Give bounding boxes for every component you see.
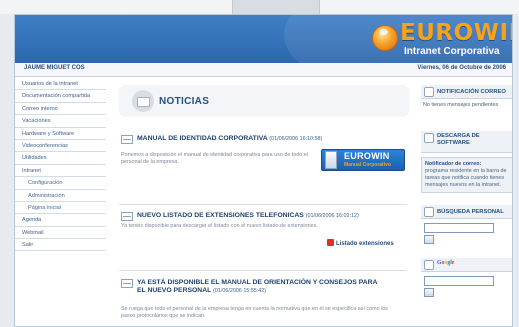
google-icon <box>424 260 434 270</box>
link-label[interactable]: Listado extensiones <box>336 241 394 247</box>
mail-notification-title: NOTIFICACIÓN CORREO <box>437 89 506 95</box>
listado-extensiones-link[interactable]: Listado extensiones <box>327 239 394 247</box>
download-title: DESCARGA DE SOFTWARE <box>437 133 480 146</box>
pdf-icon <box>327 239 334 246</box>
news-header: NOTICIAS <box>119 85 409 117</box>
news-body: Se ruega que todo el personal de la empr… <box>121 306 389 320</box>
news-item-icon <box>121 212 133 221</box>
news-date: (01/06/2006 16:10:58) <box>269 136 323 142</box>
user-bar: JAUME MIGUET COS Viernes, 06 de Octubre … <box>15 63 512 77</box>
eurowin-logo-icon <box>372 25 398 51</box>
news-date: (01/06/2006 15:55:42) <box>213 288 267 295</box>
sidebar-item-videoconferencias[interactable]: Videoconferencias <box>15 139 106 153</box>
news-body: Ponemos a disposición el manual de ident… <box>121 152 308 166</box>
sidebar-item-vacaciones[interactable]: Vacaciones <box>15 115 106 128</box>
page-title: NOTICIAS <box>159 96 210 107</box>
manual-corporativo-button[interactable]: EUROWIN Manual Corporativo <box>321 149 405 171</box>
sidebar-item-pagina-inicial[interactable]: Página inicial <box>15 201 106 215</box>
mail-icon <box>424 87 434 97</box>
search-icon <box>424 207 434 217</box>
sidebar-item-agenda[interactable]: Agenda <box>15 214 106 227</box>
notifier-title[interactable]: Notificador de correo: <box>425 161 481 167</box>
mail-notification-header: NOTIFICACIÓN CORREO <box>421 85 512 99</box>
sidebar-item-correo[interactable]: Correo interno <box>15 102 106 116</box>
right-column: NOTIFICACIÓN CORREO No tienes mensajes p… <box>421 85 512 326</box>
news-body: Ya tenéis disponible para descargar el l… <box>121 223 318 229</box>
sidebar-item-hardware[interactable]: Hardware y Software <box>15 127 106 140</box>
user-name: JAUME MIGUET COS <box>24 65 85 71</box>
top-strip <box>0 0 519 14</box>
divider <box>119 204 407 205</box>
header: EUROWIN Intranet Corporativa <box>15 15 512 95</box>
news-title[interactable]: NUEVO LISTADO DE EXTENSIONES TELEFONICAS… <box>137 212 407 220</box>
download-icon <box>424 133 434 143</box>
sidebar-item-administracion[interactable]: Administración <box>15 189 106 202</box>
news-item-icon <box>121 279 133 288</box>
book-icon <box>325 151 337 169</box>
notifier-text: programa residente en la barra de tareas… <box>425 168 507 188</box>
news-title-text[interactable]: MANUAL DE IDENTIDAD CORPORATIVA <box>137 135 267 142</box>
news-date: (01/06/2006 16:02:12) <box>305 213 359 219</box>
google-search-input[interactable] <box>424 276 494 286</box>
sidebar-item-utilidades[interactable]: Utilidades <box>15 152 106 165</box>
divider <box>119 270 407 271</box>
badge-title: EUROWIN <box>344 151 390 161</box>
sidebar-item-salir[interactable]: Salir <box>15 239 106 252</box>
news-title[interactable]: YA ESTÁ DISPONIBLE EL MANUAL DE ORIENTAC… <box>137 279 387 296</box>
news-title[interactable]: MANUAL DE IDENTIDAD CORPORATIVA (01/06/2… <box>137 135 407 143</box>
intranet-page: EUROWIN Intranet Corporativa JAUME MIGUE… <box>14 14 513 327</box>
brand-subtitle: Intranet Corporativa <box>404 46 500 57</box>
google-search-button[interactable] <box>424 288 434 297</box>
browser-tab[interactable] <box>232 0 320 14</box>
badge-subtitle: Manual Corporativo <box>344 162 391 168</box>
sidebar-item-intranet[interactable]: Intranet <box>15 164 106 178</box>
personal-search-button[interactable] <box>424 235 434 244</box>
download-header: DESCARGA DE SOFTWARE <box>421 131 512 153</box>
google-search-header: Google <box>421 258 512 272</box>
news-title-text[interactable]: NUEVO LISTADO DE EXTENSIONES TELEFONICAS <box>137 212 304 219</box>
news-item: YA ESTÁ DISPONIBLE EL MANUAL DE ORIENTAC… <box>121 279 409 326</box>
news-content: NOTICIAS MANUAL DE IDENTIDAD CORPORATIVA… <box>119 85 413 326</box>
google-logo: Google <box>437 260 455 266</box>
personal-search-header: BÚSQUEDA PERSONAL <box>421 205 512 219</box>
news-icon <box>132 90 154 112</box>
sidebar-item-documentacion[interactable]: Documentación compartida <box>15 90 106 103</box>
news-item: NUEVO LISTADO DE EXTENSIONES TELEFONICAS… <box>121 212 409 252</box>
sidebar-nav: Usuarios de la intranet Documentación co… <box>15 78 106 326</box>
sidebar-item-configuracion[interactable]: Configuración <box>15 177 106 190</box>
sidebar-item-webmail[interactable]: Webmail <box>15 226 106 240</box>
current-date: Viernes, 06 de Octubre de 2006 <box>417 65 506 71</box>
personal-search-title: BÚSQUEDA PERSONAL <box>437 209 504 215</box>
news-item: MANUAL DE IDENTIDAD CORPORATIVA (01/06/2… <box>121 135 409 191</box>
personal-search-input[interactable] <box>424 223 494 233</box>
brand-name: EUROWIN <box>400 20 512 46</box>
news-item-icon <box>121 135 133 144</box>
mail-status: No tienes mensajes pendientes <box>423 102 499 108</box>
notifier-box[interactable]: Notificador de correo: programa resident… <box>421 157 512 193</box>
sidebar-item-usuarios[interactable]: Usuarios de la intranet <box>15 78 106 91</box>
